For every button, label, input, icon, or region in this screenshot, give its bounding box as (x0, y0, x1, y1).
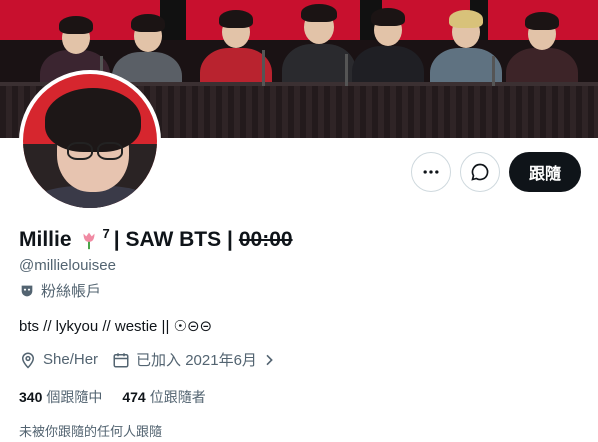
banner-person-hair (219, 10, 253, 28)
display-name: Millie 7 | SAW BTS | 00:00 (19, 225, 293, 255)
avatar-glasses (97, 142, 123, 160)
joined-text: 已加入 2021年6月 (136, 352, 257, 369)
profile-bio: bts // lykyou // westie || ☉⊝⊝ (19, 318, 213, 335)
follow-stats: 340 個跟隨中 474 位跟隨者 (19, 387, 226, 407)
banner-mic (345, 54, 348, 86)
display-name-text: Millie (19, 228, 72, 251)
account-label[interactable]: 粉絲帳戶 (19, 280, 101, 301)
following-count: 340 (19, 389, 43, 405)
avatar-hair (45, 88, 141, 152)
profile-meta: She/Her 已加入 2021年6月 (19, 349, 297, 370)
follow-button[interactable]: 跟隨 (509, 152, 581, 192)
banner-person-hair (449, 10, 483, 28)
user-handle: @millielouisee (19, 257, 116, 274)
followers-link[interactable]: 474 位跟隨者 (122, 387, 205, 407)
banner-person-hair (301, 4, 337, 22)
followers-count: 474 (122, 389, 146, 405)
location-item: She/Her (19, 351, 98, 369)
display-name-strike: 00:00 (238, 228, 293, 251)
chevron-right-icon (266, 354, 273, 365)
banner-mic (492, 56, 495, 86)
more-button[interactable] (411, 152, 451, 192)
followers-label: 位跟隨者 (149, 389, 206, 405)
banner-person-hair (131, 14, 165, 32)
calendar-icon (113, 352, 129, 367)
location-pin-icon (21, 352, 35, 369)
following-link[interactable]: 340 個跟隨中 (19, 387, 102, 407)
banner-person-hair (371, 8, 405, 26)
tulip-emoji-icon (83, 232, 95, 250)
message-icon (471, 163, 489, 181)
avatar-glasses (67, 142, 93, 160)
location-text: She/Her (43, 351, 99, 368)
joined-item[interactable]: 已加入 2021年6月 (112, 349, 283, 370)
banner-person-hair (525, 12, 559, 30)
account-label-text: 粉絲帳戶 (41, 283, 102, 300)
display-name-middle: | SAW BTS | (113, 228, 233, 251)
following-label: 個跟隨中 (46, 389, 103, 405)
avatar[interactable] (19, 70, 161, 212)
theater-mask-icon (21, 285, 33, 296)
banner-person-hair (59, 16, 93, 34)
followed-by-note: 未被你跟隨的任何人跟隨 (19, 424, 163, 439)
message-button[interactable] (460, 152, 500, 192)
more-icon (423, 170, 439, 174)
banner-mic (262, 50, 265, 86)
superscript-seven: 7 (102, 225, 110, 241)
